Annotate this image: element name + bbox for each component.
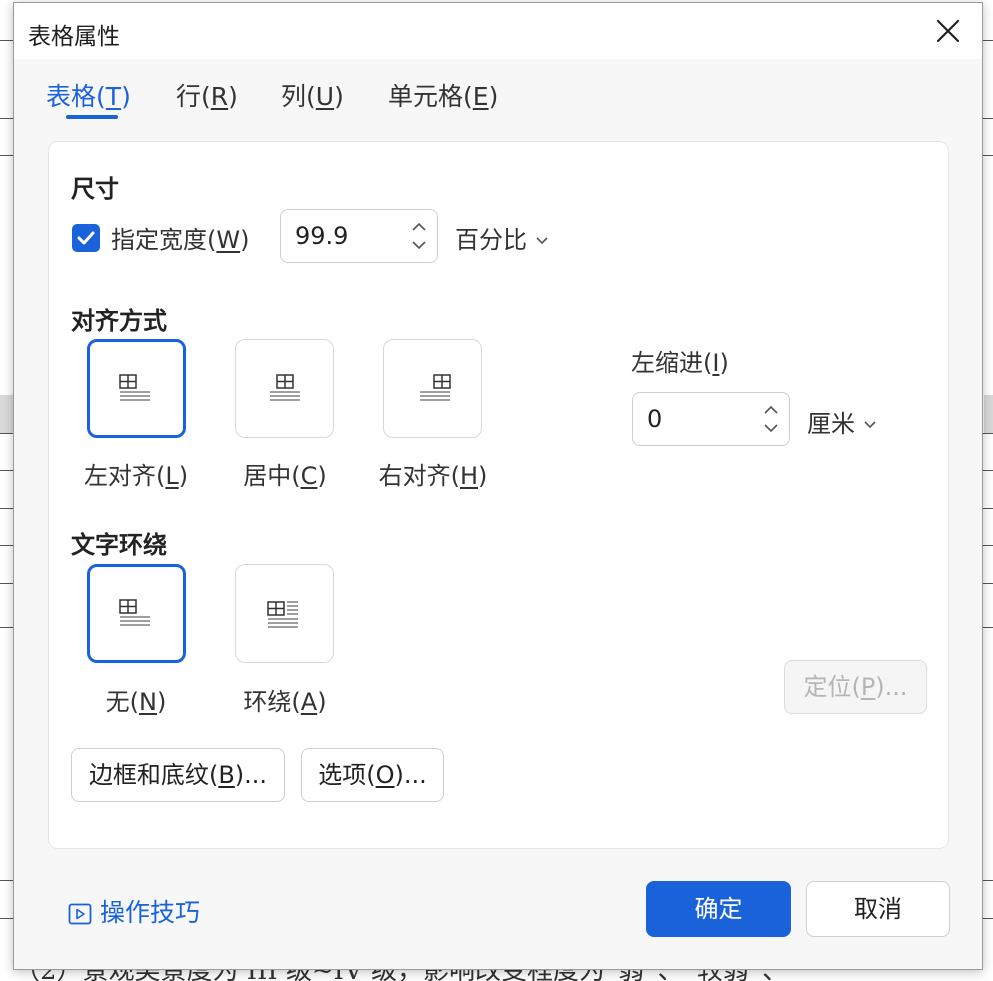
align-right-icon <box>419 373 451 401</box>
table-tab-panel: 尺寸 指定宽度(W) 99.9 百分比 对齐方式 左对齐(L) 居中(C) 右对… <box>48 141 949 849</box>
align-center-option[interactable] <box>235 339 334 438</box>
align-left-label[interactable]: 左对齐(L) <box>66 456 206 491</box>
spin-arrows-icon[interactable] <box>761 401 781 437</box>
chevron-down-icon <box>536 237 548 245</box>
width-unit-dropdown[interactable]: 百分比 <box>455 220 549 255</box>
borders-shading-button[interactable]: 边框和底纹(B)... <box>71 748 285 802</box>
options-button[interactable]: 选项(O)... <box>301 748 444 802</box>
size-section-title: 尺寸 <box>71 175 119 203</box>
tab-bar: 表格(T) 行(R) 列(U) 单元格(E) <box>14 59 982 129</box>
wrapping-section-title: 文字环绕 <box>71 531 167 559</box>
checkmark-icon <box>77 231 95 245</box>
width-value: 99.9 <box>295 222 349 250</box>
active-tab-indicator <box>66 115 118 119</box>
alignment-section-title: 对齐方式 <box>71 307 167 335</box>
left-indent-value: 0 <box>647 405 663 433</box>
specify-width-checkbox[interactable] <box>72 224 100 252</box>
spin-arrows-icon[interactable] <box>409 218 429 254</box>
wrap-none-option[interactable] <box>87 564 186 663</box>
left-indent-spinbox[interactable]: 0 <box>632 392 790 446</box>
close-icon <box>936 19 960 43</box>
align-left-option[interactable] <box>87 339 186 438</box>
dialog-titlebar: 表格属性 <box>14 3 982 59</box>
dialog-title: 表格属性 <box>28 24 120 50</box>
indent-unit-dropdown[interactable]: 厘米 <box>807 404 877 439</box>
tab-cell[interactable]: 单元格(E) <box>388 77 498 113</box>
cancel-button[interactable]: 取消 <box>806 881 950 937</box>
wrap-around-label[interactable]: 环绕(A) <box>215 682 355 717</box>
wrap-around-icon <box>266 600 298 628</box>
ok-button[interactable]: 确定 <box>646 881 791 937</box>
align-center-label[interactable]: 居中(C) <box>215 456 355 491</box>
specify-width-label[interactable]: 指定宽度(W) <box>111 220 249 255</box>
width-spinbox[interactable]: 99.9 <box>280 209 438 263</box>
align-right-option[interactable] <box>383 339 482 438</box>
left-indent-label: 左缩进(I) <box>631 349 729 377</box>
wrap-around-option[interactable] <box>235 564 334 663</box>
chevron-down-icon <box>864 421 876 429</box>
position-button[interactable]: 定位(P)... <box>784 660 927 714</box>
align-left-icon <box>118 373 150 401</box>
close-button[interactable] <box>934 17 962 45</box>
table-properties-dialog: 表格属性 表格(T) 行(R) 列(U) 单元格(E) 尺寸 指定宽度(W) 9… <box>13 2 983 970</box>
play-icon <box>68 903 92 925</box>
wrap-none-icon <box>118 598 150 626</box>
wrap-none-label[interactable]: 无(N) <box>66 682 206 717</box>
align-right-label[interactable]: 右对齐(H) <box>363 456 503 491</box>
align-center-icon <box>269 373 300 401</box>
tips-link[interactable]: 操作技巧 <box>68 893 200 929</box>
tab-row[interactable]: 行(R) <box>176 77 238 113</box>
tab-table[interactable]: 表格(T) <box>46 77 131 113</box>
tab-column[interactable]: 列(U) <box>281 77 344 113</box>
